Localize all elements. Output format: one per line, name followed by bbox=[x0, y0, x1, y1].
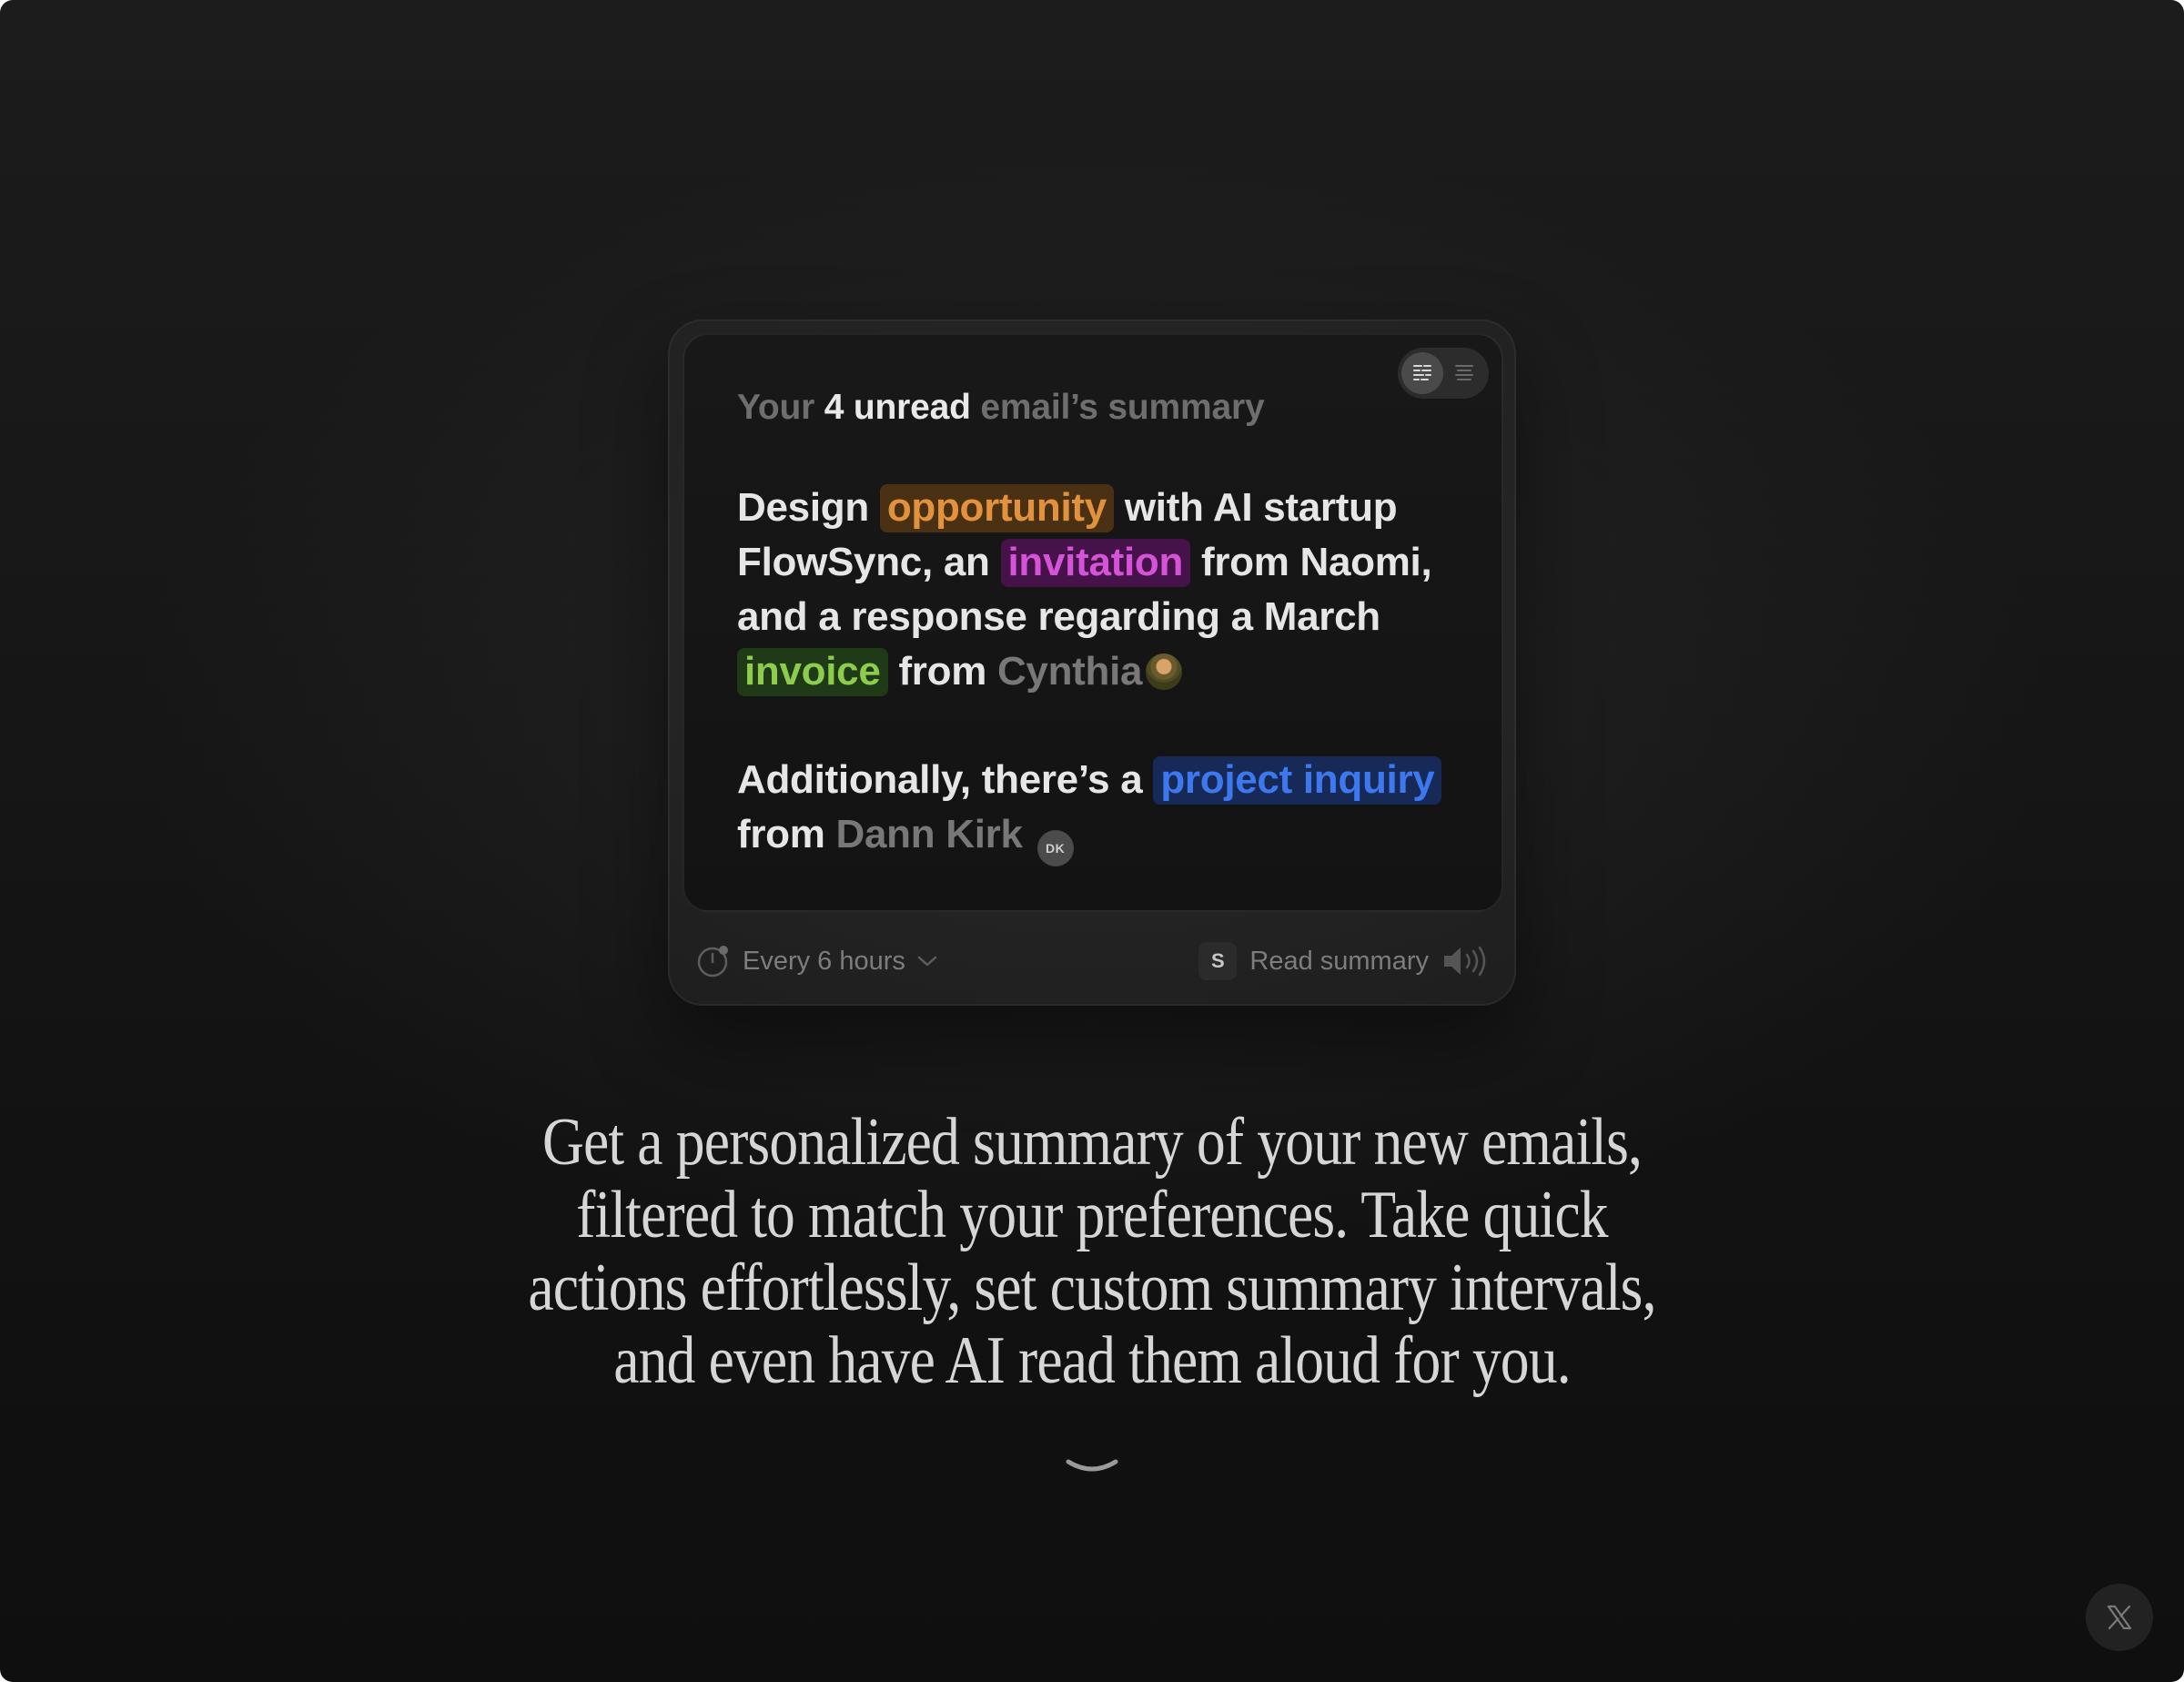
unread-count: 4 unread bbox=[824, 388, 971, 427]
interval-selector[interactable]: Every 6 hours bbox=[695, 943, 938, 979]
tagline-line-1: Get a personalized summary of your new e… bbox=[541, 1105, 1643, 1180]
cynthia-avatar bbox=[1146, 654, 1183, 690]
chevron-down-icon bbox=[917, 956, 937, 967]
summary-text: Design bbox=[737, 485, 880, 530]
detailed-view-button[interactable] bbox=[1401, 352, 1443, 394]
tag-opportunity[interactable]: opportunity bbox=[879, 484, 1114, 532]
interval-label: Every 6 hours bbox=[743, 946, 905, 976]
page: Your 4 unread email’s summary Design opp… bbox=[0, 0, 2184, 1682]
summary-text: from bbox=[737, 812, 836, 856]
clock-icon bbox=[697, 946, 728, 978]
tagline: Get a personalized summary of your new e… bbox=[466, 1106, 1718, 1397]
compact-view-button[interactable] bbox=[1443, 352, 1485, 394]
read-summary-button[interactable]: S Read summary bbox=[1198, 942, 1489, 980]
x-social-button[interactable] bbox=[2086, 1584, 2153, 1651]
shortcut-key: S bbox=[1198, 942, 1238, 980]
summary-title: Your 4 unread email’s summary bbox=[737, 388, 1265, 428]
summary-card: Your 4 unread email’s summary Design opp… bbox=[682, 333, 1503, 912]
summary-text: Additionally, there’s a bbox=[737, 757, 1154, 802]
tag-project-inquiry[interactable]: project inquiry bbox=[1153, 756, 1442, 805]
summary-text: from bbox=[887, 649, 997, 694]
read-summary-label: Read summary bbox=[1249, 946, 1429, 976]
tagline-line-2: filtered to match your preferences. Take… bbox=[576, 1178, 1608, 1252]
title-prefix: Your bbox=[737, 388, 815, 427]
summary-footer: Every 6 hours S Read summary bbox=[695, 938, 1489, 984]
tagline-line-3: actions effortlessly, set custom summary… bbox=[528, 1251, 1656, 1325]
summary-paragraph-2: Additionally, there’s a project inquiry … bbox=[737, 753, 1483, 866]
compact-view-icon bbox=[1455, 365, 1473, 380]
scroll-down-chevron-icon[interactable] bbox=[1065, 1456, 1119, 1478]
detailed-view-icon bbox=[1413, 365, 1431, 380]
tag-invoice[interactable]: invoice bbox=[737, 648, 888, 696]
sender-dann-kirk[interactable]: Dann Kirk bbox=[836, 812, 1023, 856]
email-summary-widget: Your 4 unread email’s summary Design opp… bbox=[668, 319, 1516, 1006]
title-suffix: email’s summary bbox=[980, 388, 1265, 427]
speaker-icon bbox=[1444, 946, 1486, 977]
sender-cynthia[interactable]: Cynthia bbox=[997, 649, 1143, 694]
tagline-line-4: and even have AI read them aloud for you… bbox=[613, 1323, 1571, 1398]
summary-paragraph-1: Design opportunity with AI startup FlowS… bbox=[737, 481, 1483, 699]
x-logo-icon bbox=[2107, 1605, 2132, 1630]
tag-invitation[interactable]: invitation bbox=[1000, 539, 1191, 587]
dann-kirk-avatar: DK bbox=[1036, 830, 1074, 866]
view-toggle bbox=[1398, 348, 1489, 399]
